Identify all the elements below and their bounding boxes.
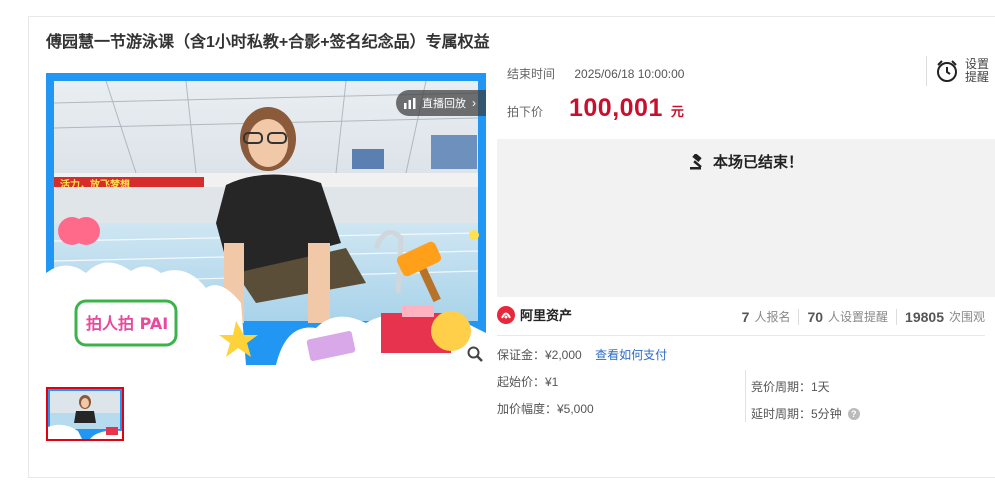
price-label: 拍下价 bbox=[507, 105, 544, 119]
end-time-label: 结束时间 bbox=[507, 67, 556, 81]
product-photo: 活力，放飞梦想 拍人拍 PAI bbox=[46, 73, 486, 365]
chevron-right-icon: › bbox=[472, 96, 476, 110]
views-count: 19805 bbox=[905, 308, 944, 325]
signups-count: 7 bbox=[741, 308, 750, 325]
start-price: 起始价：¥1 bbox=[497, 375, 559, 389]
auction-ended-text: 本场已结束！ bbox=[712, 154, 803, 171]
divider bbox=[896, 308, 898, 325]
reminders-label: 人设置提醒 bbox=[828, 310, 889, 324]
zoom-icon[interactable] bbox=[466, 345, 484, 363]
views-label: 次围观 bbox=[948, 310, 985, 324]
auction-ended-row: 本场已结束！ bbox=[497, 151, 995, 172]
main-product-image[interactable]: 活力，放飞梦想 拍人拍 PAI 直播回放 › bbox=[46, 73, 486, 365]
deposit-text: 保证金：¥2,000 bbox=[497, 348, 582, 362]
divider bbox=[745, 370, 746, 422]
auction-stats: 7 人报名 70 人设置提醒 19805 次围观 bbox=[742, 308, 985, 325]
set-reminder-label: 设置提醒 bbox=[965, 57, 990, 84]
price-value: 100,001 bbox=[569, 94, 663, 122]
stats-bar: 阿里资产 7 人报名 70 人设置提醒 19805 次围观 bbox=[497, 297, 985, 336]
live-replay-button[interactable]: 直播回放 › bbox=[396, 90, 486, 116]
delay-cycle: 延时周期：5分钟 bbox=[751, 406, 842, 421]
set-reminder-button[interactable]: 设置提醒 bbox=[926, 56, 991, 86]
bid-cycle: 竞价周期：1天 bbox=[751, 379, 830, 394]
divider bbox=[798, 308, 800, 325]
bid-increment: 加价幅度：¥5,000 bbox=[497, 402, 594, 416]
brand-name: 阿里资产 bbox=[520, 308, 573, 323]
page-title: 傅园慧一节游泳课（含1小时私教+合影+签名纪念品）专属权益 bbox=[46, 34, 490, 51]
brand-block[interactable]: 阿里资产 bbox=[497, 305, 572, 324]
end-time-value: 2025/06/18 10:00:00 bbox=[574, 67, 685, 81]
auction-rules-right: 竞价周期：1天 延时周期：5分钟 ? bbox=[751, 373, 860, 427]
help-icon[interactable]: ? bbox=[847, 407, 860, 420]
how-to-pay-link[interactable]: 查看如何支付 bbox=[595, 348, 667, 362]
alarm-clock-icon bbox=[937, 60, 957, 82]
price-row: 拍下价 100,001 元 bbox=[507, 94, 684, 123]
thumbnail-image[interactable] bbox=[46, 387, 124, 441]
live-replay-label: 直播回放 bbox=[422, 98, 466, 110]
end-time-row: 结束时间 2025/06/18 10:00:00 bbox=[507, 65, 684, 82]
ali-assets-logo-icon bbox=[497, 305, 515, 324]
gavel-icon bbox=[689, 153, 702, 169]
auction-status-panel: 本场已结束！ bbox=[497, 139, 995, 297]
deposit-row: 保证金：¥2,000 查看如何支付 bbox=[497, 346, 667, 363]
reminders-count: 70 bbox=[807, 308, 824, 325]
signups-label: 人报名 bbox=[754, 310, 791, 324]
price-unit: 元 bbox=[670, 104, 684, 119]
bar-chart-icon bbox=[404, 97, 416, 109]
promo-logo-text: 拍人拍 PAI bbox=[86, 314, 168, 333]
auction-rules-left: 起始价：¥1 加价幅度：¥5,000 bbox=[497, 373, 594, 427]
thumbnail-photo bbox=[48, 389, 122, 439]
